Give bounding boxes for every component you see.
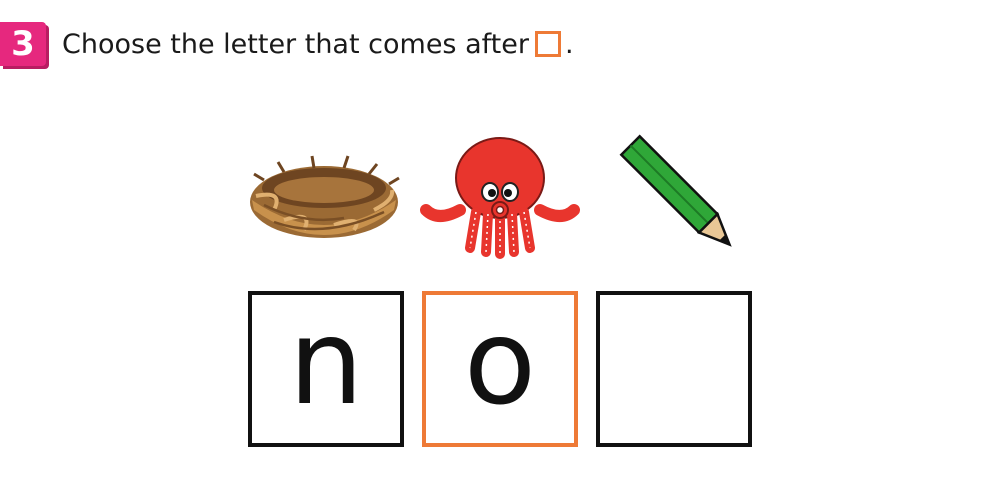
pencil-icon xyxy=(619,134,732,247)
letter-tile-1: n xyxy=(248,291,404,447)
question-header: 3 Choose the letter that comes after . xyxy=(0,22,574,66)
question-prompt: Choose the letter that comes after . xyxy=(62,29,574,60)
octopus-picture xyxy=(420,130,580,260)
answer-tile-blank[interactable] xyxy=(596,291,752,447)
question-number-badge: 3 xyxy=(0,22,46,66)
letter-tile-2-highlighted: o xyxy=(422,291,578,447)
pencil-picture xyxy=(600,130,760,260)
nest-icon xyxy=(250,155,400,238)
nest-picture xyxy=(244,130,404,260)
letter-tiles: n o xyxy=(248,291,752,447)
question-text: Choose the letter that comes after xyxy=(62,28,529,60)
blank-box-icon xyxy=(534,31,561,57)
question-period: . xyxy=(564,28,574,60)
octopus-icon xyxy=(420,137,580,259)
